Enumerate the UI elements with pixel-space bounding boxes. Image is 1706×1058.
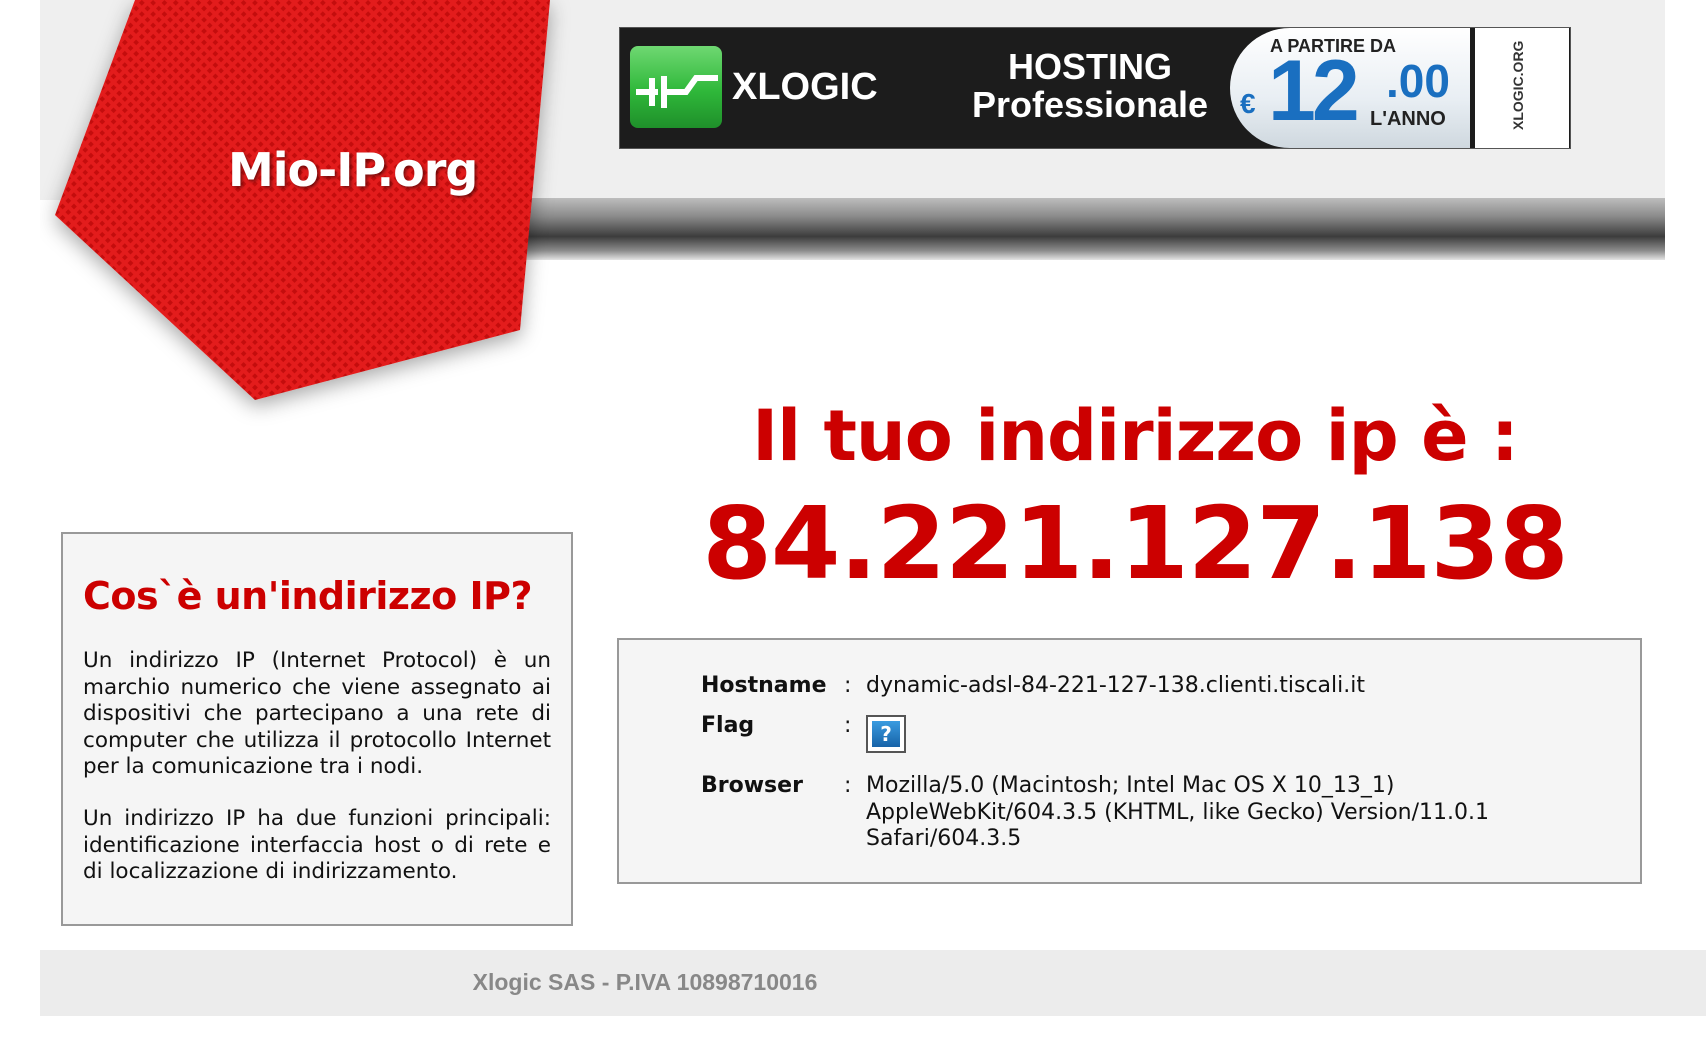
hosting-ad-banner[interactable]: XLOGIC HOSTING Professionale A PARTIRE D…	[619, 27, 1571, 149]
info-paragraph-1: Un indirizzo IP (Internet Protocol) è un…	[83, 648, 551, 779]
hostname-separator: :	[844, 673, 852, 698]
banner-subheadline: Professionale	[971, 84, 1209, 125]
banner-headline: HOSTING	[1007, 46, 1172, 87]
browser-label: Browser	[701, 773, 803, 798]
info-paragraph-2: Un indirizzo IP ha due funzioni principa…	[83, 806, 551, 884]
price-currency: €	[1240, 88, 1256, 119]
banner-side-strip: XLOGIC.ORG	[1475, 28, 1569, 148]
site-logo[interactable]: Mio-IP.org	[40, 0, 600, 440]
price-integer: 12	[1268, 43, 1360, 139]
flag-separator: :	[844, 713, 852, 738]
flag-glyph: ?	[872, 721, 900, 747]
question-mark-icon: ?	[866, 715, 906, 753]
info-title: Cos`è un'indirizzo IP?	[83, 574, 533, 618]
banner-price-badge: A PARTIRE DA € 12 .00 L'ANNO	[1230, 28, 1470, 148]
flag-label: Flag	[701, 713, 755, 738]
ip-address: 84.221.127.138	[702, 485, 1568, 602]
price-period: L'ANNO	[1370, 108, 1446, 130]
footer-text: Xlogic SAS - P.IVA 10898710016	[472, 969, 818, 995]
xlogic-logo-icon	[630, 46, 722, 128]
price-decimal: .00	[1386, 55, 1450, 107]
header-shadow-bar	[520, 198, 1665, 260]
hostname-label: Hostname	[701, 673, 827, 698]
browser-value: Mozilla/5.0 (Macintosh; Intel Mac OS X 1…	[866, 773, 1490, 851]
browser-separator: :	[844, 773, 852, 798]
logo-text: Mio-IP.org	[228, 143, 478, 197]
hostname-value: dynamic-adsl-84-221-127-138.clienti.tisc…	[866, 673, 1365, 698]
connection-details-box: Hostname : dynamic-adsl-84-221-127-138.c…	[617, 638, 1642, 884]
ip-headline: Il tuo indirizzo ip è :	[752, 395, 1519, 477]
plug-icon	[636, 75, 718, 108]
banner-side-text: XLOGIC.ORG	[1510, 40, 1526, 130]
logo-ribbon-shape	[55, 0, 550, 400]
ip-info-box: Cos`è un'indirizzo IP? Un indirizzo IP (…	[61, 532, 573, 926]
footer: Xlogic SAS - P.IVA 10898710016	[40, 950, 1706, 1016]
banner-brand: XLOGIC	[732, 66, 878, 108]
